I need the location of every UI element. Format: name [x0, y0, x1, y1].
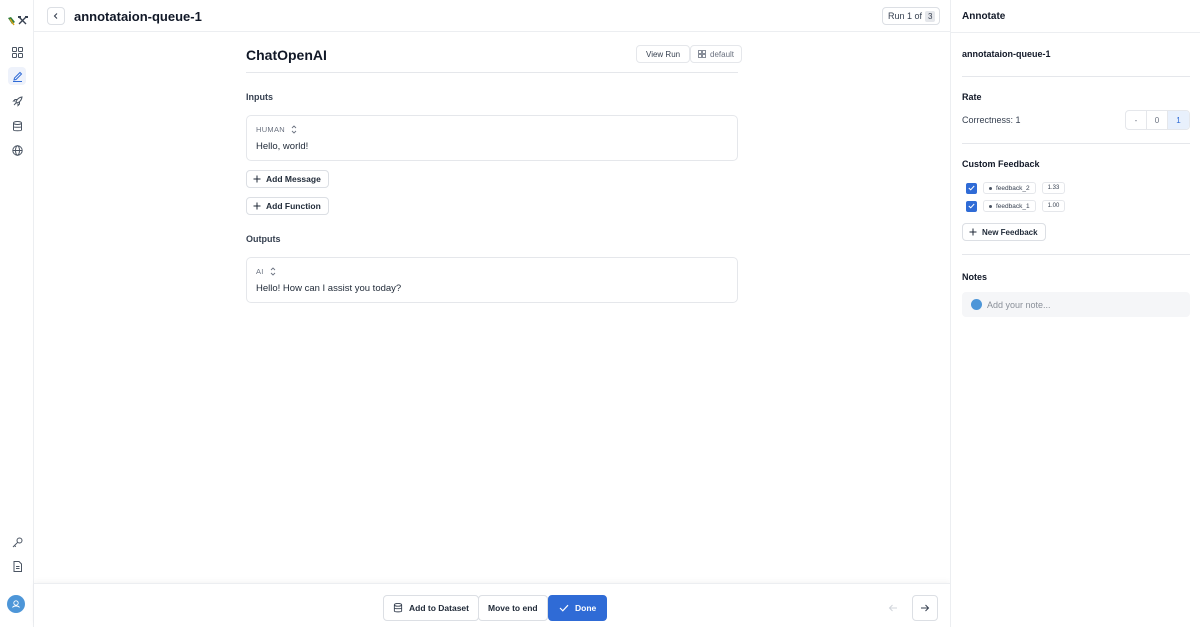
criterion-label: Correctness:	[962, 115, 1014, 125]
correctness-criterion: Correctness: 1	[962, 115, 1021, 125]
bullet-icon	[989, 204, 992, 208]
custom-feedback-label: Custom Feedback	[962, 159, 1040, 169]
grid-icon[interactable]	[8, 43, 26, 61]
input-message-card[interactable]: HUMAN Hello, world!	[246, 115, 738, 161]
feedback-checkbox[interactable]	[966, 182, 977, 194]
feedback-value[interactable]: 1.00	[1041, 200, 1066, 212]
message-text[interactable]: Hello! How can I assist you today?	[256, 283, 401, 294]
run-counter-label: Run 1 of	[888, 11, 923, 21]
add-message-label: Add Message	[266, 174, 321, 184]
rating-selector[interactable]: - 0 1	[1125, 110, 1190, 130]
new-feedback-button[interactable]: New Feedback	[962, 223, 1046, 241]
rating-option-0[interactable]: 0	[1147, 111, 1168, 129]
annotate-panel: Annotate annotataion-queue-1 Rate Correc…	[950, 0, 1200, 627]
message-role-selector[interactable]: AI	[256, 267, 276, 276]
run-title: ChatOpenAI	[246, 47, 327, 63]
queue-title: annotataion-queue-1	[74, 9, 202, 24]
feedback-value[interactable]: 1.33	[1041, 182, 1066, 194]
previous-run-button[interactable]	[880, 595, 906, 621]
move-to-end-label: Move to end	[488, 603, 538, 613]
output-message-card[interactable]: AI Hello! How can I assist you today?	[246, 257, 738, 303]
plus-icon	[253, 175, 261, 183]
panel-divider	[962, 143, 1190, 144]
left-nav-rail	[0, 0, 34, 627]
add-to-dataset-button[interactable]: Add to Dataset	[383, 595, 479, 621]
title-divider	[246, 72, 738, 73]
next-run-button[interactable]	[912, 595, 938, 621]
top-header: annotataion-queue-1 Run 1 of 3	[34, 0, 950, 32]
arrow-left-icon	[888, 604, 897, 612]
project-tag-label: default	[710, 49, 735, 59]
done-button[interactable]: Done	[548, 595, 608, 621]
feedback-key: feedback_1	[996, 202, 1030, 210]
check-icon	[559, 604, 569, 612]
feedback-key: feedback_2	[996, 184, 1030, 192]
view-run-button[interactable]: View Run	[636, 45, 691, 63]
panel-divider	[962, 76, 1190, 77]
arrow-right-icon	[921, 604, 930, 612]
bullet-icon	[989, 186, 992, 190]
add-message-button[interactable]: Add Message	[246, 170, 329, 188]
message-role-selector[interactable]: HUMAN	[256, 125, 297, 134]
user-avatar-icon[interactable]	[7, 595, 25, 613]
database-icon[interactable]	[8, 117, 26, 135]
message-role: HUMAN	[256, 125, 285, 134]
grid-icon	[698, 50, 706, 58]
logo-icon[interactable]	[7, 14, 29, 28]
chevron-left-icon	[53, 13, 58, 19]
outputs-label: Outputs	[246, 234, 281, 244]
globe-icon[interactable]	[8, 141, 26, 159]
check-icon	[968, 185, 975, 191]
feedback-row: feedback_2 1.33	[966, 182, 1066, 194]
pencil-icon[interactable]	[8, 67, 26, 85]
new-feedback-label: New Feedback	[982, 227, 1038, 237]
user-avatar-icon	[971, 299, 982, 310]
add-to-dataset-label: Add to Dataset	[409, 603, 469, 613]
project-tag[interactable]: default	[690, 45, 743, 63]
message-text[interactable]: Hello, world!	[256, 141, 308, 152]
feedback-checkbox[interactable]	[966, 200, 977, 212]
run-counter[interactable]: Run 1 of 3	[882, 7, 941, 25]
feedback-key-chip: feedback_1	[983, 200, 1036, 212]
note-composer	[962, 292, 1190, 317]
move-to-end-button[interactable]: Move to end	[478, 595, 548, 621]
inputs-label: Inputs	[246, 92, 273, 102]
add-function-button[interactable]: Add Function	[246, 197, 329, 215]
plus-icon	[969, 228, 977, 236]
database-icon	[393, 603, 403, 613]
note-input[interactable]	[987, 299, 1177, 310]
document-icon[interactable]	[8, 557, 26, 575]
annotate-title: Annotate	[962, 11, 1006, 22]
panel-queue-name: annotataion-queue-1	[962, 49, 1051, 59]
message-role: AI	[256, 267, 264, 276]
done-label: Done	[575, 603, 597, 613]
feedback-row: feedback_1 1.00	[966, 200, 1066, 212]
run-counter-total: 3	[925, 10, 936, 22]
bottom-action-bar: Add to Dataset Move to end Done	[34, 583, 950, 627]
back-button[interactable]	[47, 7, 65, 25]
check-icon	[968, 203, 975, 209]
chevron-up-down-icon	[270, 267, 276, 276]
panel-divider	[962, 254, 1190, 255]
notes-label: Notes	[962, 272, 988, 282]
add-function-label: Add Function	[266, 201, 321, 211]
plus-icon	[253, 202, 261, 210]
feedback-key-chip: feedback_2	[983, 182, 1036, 194]
criterion-value: 1	[1015, 115, 1021, 125]
panel-divider	[951, 32, 1200, 33]
rocket-icon[interactable]	[8, 92, 26, 110]
rate-label: Rate	[962, 92, 982, 102]
chevron-up-down-icon	[291, 125, 297, 134]
rating-option-1[interactable]: 1	[1168, 111, 1189, 129]
rating-option-none[interactable]: -	[1126, 111, 1147, 129]
key-icon[interactable]	[8, 533, 26, 551]
